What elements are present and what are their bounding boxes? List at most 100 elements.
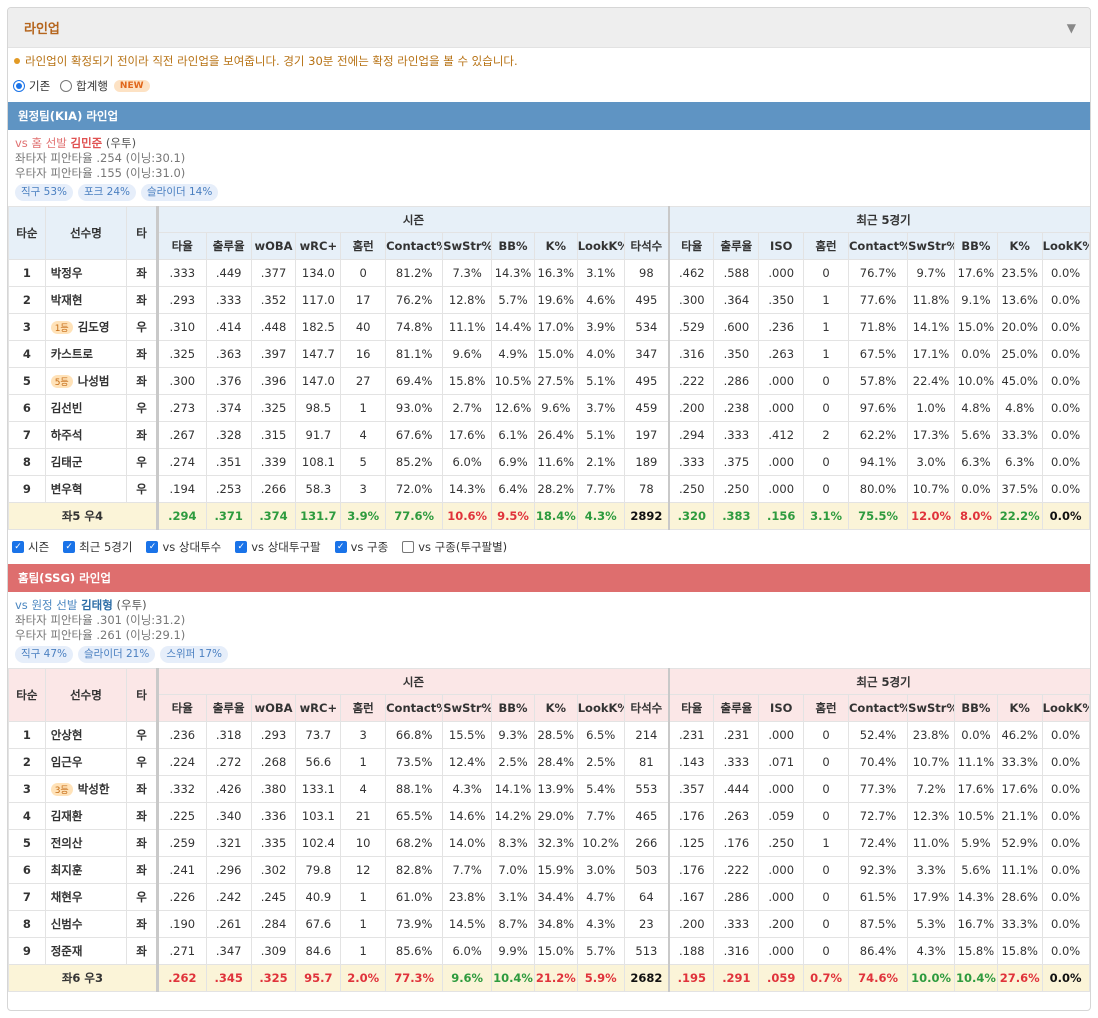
col-header-player[interactable]: 선수명	[44, 668, 128, 722]
table-row[interactable]: 8 신범수 좌 .190.261.284 67.6 1 73.9% 14.5% 8.7% 34.8…	[8, 910, 1090, 938]
col-header-recent-stat[interactable]: ISO	[758, 232, 805, 260]
player-name-cell[interactable]: 안상현	[44, 721, 128, 749]
player-name[interactable]: 정준재	[51, 944, 83, 958]
player-name[interactable]: 전의산	[51, 836, 83, 850]
player-name[interactable]: 김선빈	[51, 401, 83, 415]
col-header-recent-stat[interactable]: SwStr%	[907, 232, 955, 260]
col-header-order[interactable]: 타순	[8, 206, 46, 260]
collapse-icon[interactable]: ▼	[1067, 21, 1076, 35]
player-name-cell[interactable]: 카스트로	[44, 340, 128, 368]
col-header-season-stat[interactable]: wOBA	[250, 694, 297, 722]
player-name-cell[interactable]: 김선빈	[44, 394, 128, 422]
col-header-season-stat[interactable]: K%	[533, 694, 578, 722]
col-header-recent-stat[interactable]: 홈런	[803, 232, 849, 260]
table-row[interactable]: 6 최지훈 좌 .241.296.302 79.8 12 82.8% 7.7% 7.0% 15.9…	[8, 856, 1090, 884]
player-name-cell[interactable]: 박정우	[44, 259, 128, 287]
col-header-recent-stat[interactable]: BB%	[954, 232, 998, 260]
col-header-season-stat[interactable]: wOBA	[250, 232, 297, 260]
col-header-season-stat[interactable]: 타율	[155, 232, 207, 260]
player-name[interactable]: 카스트로	[51, 347, 93, 361]
col-header-recent-stat[interactable]: ISO	[758, 694, 805, 722]
col-header-season-stat[interactable]: K%	[533, 232, 578, 260]
col-header-season-stat[interactable]: BB%	[491, 694, 535, 722]
table-row[interactable]: 3 1등 김도영 우 .310.414.448 182.5 40 74.8% 11.1% 14.4…	[8, 313, 1090, 341]
player-name[interactable]: 신범수	[51, 917, 83, 931]
col-header-recent-stat[interactable]: K%	[996, 232, 1043, 260]
col-header-order[interactable]: 타순	[8, 668, 46, 722]
filter-checkbox[interactable]: ✓ vs 구종	[334, 539, 388, 555]
player-name-cell[interactable]: 5등 나성범	[44, 367, 128, 395]
col-header-season-stat[interactable]: 출루율	[205, 232, 252, 260]
panel-header[interactable]: 라인업 ▼	[8, 8, 1090, 48]
filter-checkbox[interactable]: ✓ vs 상대투구팔	[235, 539, 321, 555]
home-opp-pitcher-name[interactable]: 김태형	[81, 598, 113, 612]
home-lineup-table-wrap[interactable]: 타순 선수명 타 시즌 최근 5경기 타율 출루율 wOBA wRC+ 홈런 Contact% SwS…	[8, 668, 1090, 992]
player-name-cell[interactable]: 박재현	[44, 286, 128, 314]
player-name[interactable]: 변우혁	[51, 482, 83, 496]
table-row[interactable]: 5 전의산 좌 .259.321.335 102.4 10 68.2% 14.0% 8.3% 32…	[8, 829, 1090, 857]
col-header-season-stat[interactable]: 타석수	[623, 694, 670, 722]
col-header-recent-stat[interactable]: K%	[996, 694, 1043, 722]
player-name-cell[interactable]: 정준재	[44, 937, 128, 965]
player-name-cell[interactable]: 1등 김도영	[44, 313, 128, 341]
player-name-cell[interactable]: 변우혁	[44, 475, 128, 503]
mode-basic-radio[interactable]: 기존	[13, 78, 50, 94]
col-header-recent-stat[interactable]: 타율	[668, 232, 715, 260]
col-header-season-stat[interactable]: Contact%	[385, 232, 444, 260]
col-header-hand[interactable]: 타	[126, 206, 158, 260]
filter-checkbox[interactable]: ✓ 최근 5경기	[63, 539, 132, 555]
table-row[interactable]: 7 하주석 좌 .267.328.315 91.7 4 67.6% 17.6% 6.1% 26.4…	[8, 421, 1090, 449]
col-header-recent-stat[interactable]: Contact%	[847, 694, 909, 722]
away-lineup-table-wrap[interactable]: 타순 선수명 타 시즌 최근 5경기 타율 출루율 wOBA wRC+ 홈런 Contact% SwS…	[8, 206, 1090, 530]
col-header-season-stat[interactable]: 홈런	[340, 694, 387, 722]
col-header-recent-stat[interactable]: 타율	[668, 694, 715, 722]
col-header-hand[interactable]: 타	[126, 668, 158, 722]
player-name[interactable]: 채현우	[51, 890, 83, 904]
player-name-cell[interactable]: 3등 박성한	[44, 775, 128, 803]
player-name[interactable]: 김도영	[78, 320, 110, 334]
player-name-cell[interactable]: 신범수	[44, 910, 128, 938]
col-header-season-stat[interactable]: Contact%	[385, 694, 444, 722]
col-header-recent-stat[interactable]: LookK%	[1041, 694, 1090, 722]
col-header-recent-stat[interactable]: BB%	[954, 694, 998, 722]
player-name[interactable]: 최지훈	[51, 863, 83, 877]
player-name-cell[interactable]: 김태군	[44, 448, 128, 476]
col-header-player[interactable]: 선수명	[44, 206, 128, 260]
radio-checked-icon[interactable]	[13, 80, 25, 92]
checkbox-checked-icon[interactable]: ✓	[235, 541, 248, 553]
table-row[interactable]: 7 채현우 우 .226.242.245 40.9 1 61.0% 23.8% 3.1% 34.4…	[8, 883, 1090, 911]
checkbox-checked-icon[interactable]: ✓	[12, 541, 24, 553]
table-row[interactable]: 4 김재환 좌 .225.340.336 103.1 21 65.5% 14.6% 14.2% 2…	[8, 802, 1090, 830]
table-row[interactable]: 2 임근우 우 .224.272.268 56.6 1 73.5% 12.4% 2.5% 28.4…	[8, 748, 1090, 776]
player-name[interactable]: 김태군	[51, 455, 83, 469]
col-header-season-stat[interactable]: wRC+	[295, 694, 342, 722]
player-name-cell[interactable]: 하주석	[44, 421, 128, 449]
player-name[interactable]: 박재현	[51, 293, 83, 307]
filter-checkbox[interactable]: ✓ 시즌	[12, 539, 49, 555]
player-name-cell[interactable]: 채현우	[44, 883, 128, 911]
col-header-season-stat[interactable]: 타율	[155, 694, 207, 722]
col-header-recent-stat[interactable]: 출루율	[713, 232, 760, 260]
filter-checkbox[interactable]: ✓ vs 상대투수	[146, 539, 221, 555]
col-header-season-stat[interactable]: 홈런	[340, 232, 387, 260]
table-row[interactable]: 9 정준재 좌 .271.347.309 84.6 1 85.6% 6.0% 9.9% 15.0%…	[8, 937, 1090, 965]
col-header-season-stat[interactable]: SwStr%	[442, 694, 493, 722]
col-header-season-stat[interactable]: wRC+	[295, 232, 342, 260]
table-row[interactable]: 1 안상현 우 .236.318.293 73.7 3 66.8% 15.5% 9.3% 28.5…	[8, 721, 1090, 749]
table-row[interactable]: 8 김태군 우 .274.351.339 108.1 5 85.2% 6.0% 6.9% 11.6…	[8, 448, 1090, 476]
player-name[interactable]: 안상현	[51, 728, 83, 742]
col-header-season-stat[interactable]: LookK%	[576, 232, 625, 260]
col-header-recent-stat[interactable]: LookK%	[1041, 232, 1090, 260]
table-row[interactable]: 6 김선빈 우 .273.374.325 98.5 1 93.0% 2.7% 12.6% 9.6%…	[8, 394, 1090, 422]
col-header-recent-stat[interactable]: 홈런	[803, 694, 849, 722]
col-header-recent-stat[interactable]: Contact%	[847, 232, 909, 260]
player-name-cell[interactable]: 최지훈	[44, 856, 128, 884]
col-header-season-stat[interactable]: 타석수	[623, 232, 670, 260]
table-row[interactable]: 2 박재현 좌 .293.333.352 117.0 17 76.2% 12.8% 5.7% 19…	[8, 286, 1090, 314]
table-row[interactable]: 4 카스트로 좌 .325.363.397 147.7 16 81.1% 9.6% 4.9% 15…	[8, 340, 1090, 368]
player-name[interactable]: 박성한	[78, 782, 110, 796]
table-row[interactable]: 3 3등 박성한 좌 .332.426.380 133.1 4 88.1% 4.3% 14.1% 1…	[8, 775, 1090, 803]
player-name[interactable]: 박정우	[51, 266, 83, 280]
player-name[interactable]: 임근우	[51, 755, 83, 769]
checkbox-unchecked-icon[interactable]	[402, 541, 415, 553]
